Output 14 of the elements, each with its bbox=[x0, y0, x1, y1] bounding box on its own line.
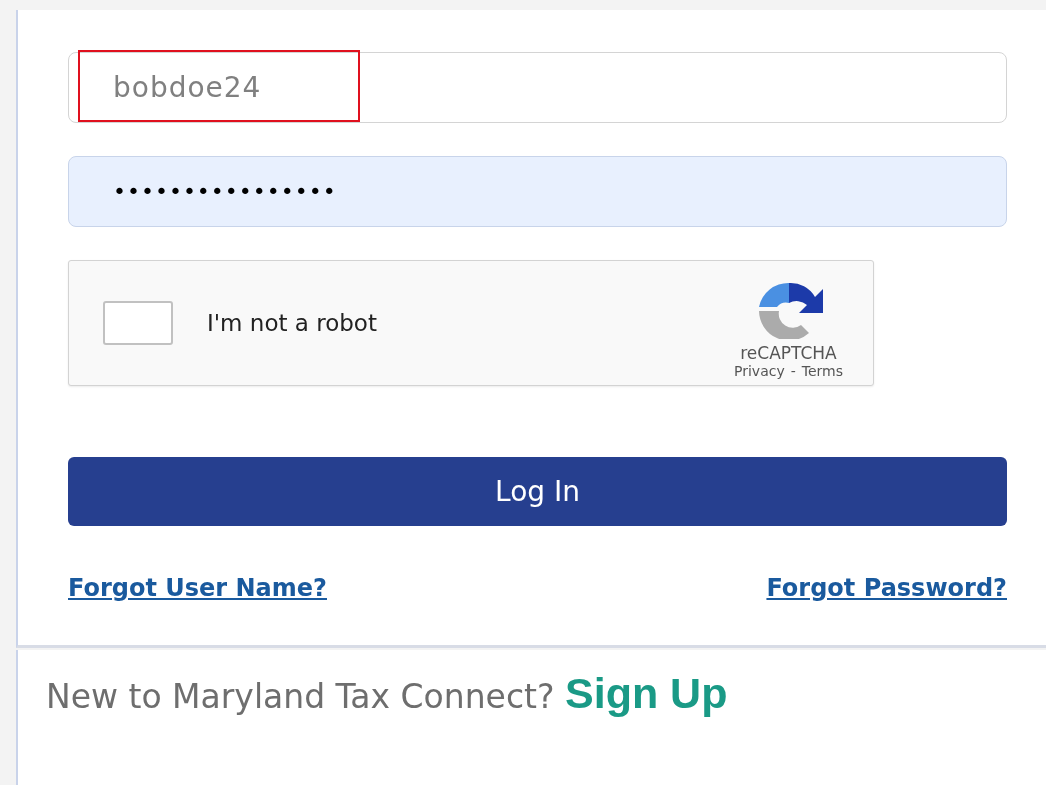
username-field[interactable]: bobdoe24 bbox=[68, 52, 1007, 123]
forgot-link[interactable]: Forgot User Name? bbox=[68, 574, 327, 602]
username-value: bobdoe24 bbox=[113, 71, 262, 104]
password-dots: •••••••••••••••• bbox=[113, 179, 337, 204]
captcha-checkbox[interactable] bbox=[103, 301, 173, 345]
signup-text: New to Maryland Tax Connect? Sign Up bbox=[46, 668, 729, 719]
separator-text: - bbox=[790, 363, 796, 379]
login-button[interactable]: Log In bbox=[68, 457, 1007, 526]
recaptcha-label: reCAPTCHA bbox=[740, 343, 837, 363]
forgot-link[interactable]: Forgot Password? bbox=[766, 574, 1007, 602]
privacy-link[interactable]: Privacy bbox=[734, 363, 785, 379]
captcha-label: I'm not a robot bbox=[207, 310, 378, 336]
password-field[interactable]: •••••••••••••••• bbox=[68, 156, 1007, 227]
terms-link[interactable]: Terms bbox=[801, 363, 843, 379]
